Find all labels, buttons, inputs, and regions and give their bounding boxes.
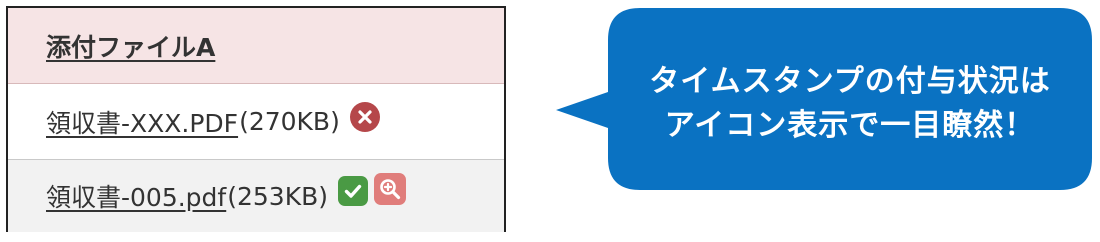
callout-text: タイムスタンプの付与状況は アイコン表示で一目瞭然！: [610, 60, 1090, 148]
error-x-icon: [349, 101, 380, 132]
callout-line-2: アイコン表示で一目瞭然！: [664, 108, 1036, 143]
file-link[interactable]: 領収書-XXX.PDF: [46, 104, 238, 140]
file-size: (270KB): [239, 107, 340, 136]
stage: 添付ファイルA 領収書-XXX.PDF (270KB) 領収書-005.pdf …: [0, 0, 1100, 242]
attachment-header-label: 添付ファイルA: [46, 32, 216, 62]
attachment-header-row: 添付ファイルA: [8, 8, 504, 84]
file-size: (253KB): [227, 181, 329, 211]
file-link[interactable]: 領収書-005.pdf: [46, 178, 226, 214]
attachment-row: 領収書-XXX.PDF (270KB): [8, 84, 504, 160]
attachment-table: 添付ファイルA 領収書-XXX.PDF (270KB) 領収書-005.pdf …: [6, 6, 506, 232]
attachment-row: 領収書-005.pdf (253KB): [8, 160, 504, 232]
zoom-in-icon[interactable]: [374, 173, 407, 205]
callout-line-1: タイムスタンプの付与状況は: [649, 64, 1051, 99]
callout-bubble: タイムスタンプの付与状況は アイコン表示で一目瞭然！: [550, 0, 1100, 242]
check-icon: [338, 176, 369, 206]
